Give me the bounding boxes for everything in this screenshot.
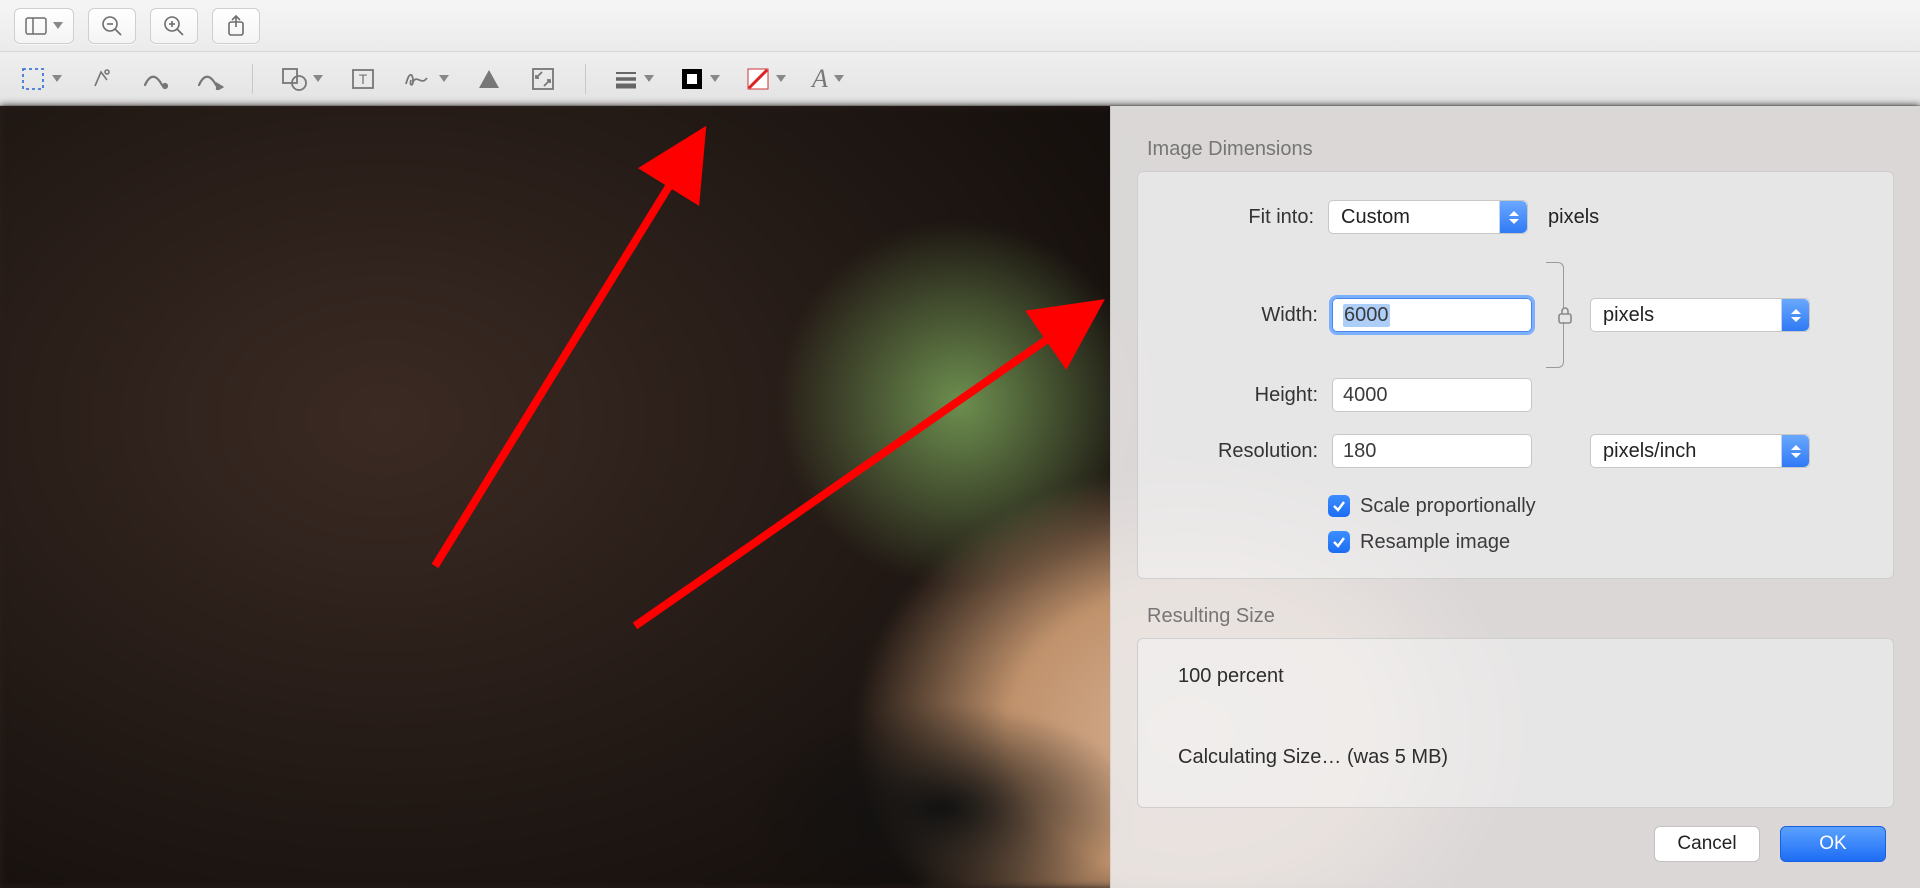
sketch-tool[interactable] bbox=[136, 59, 176, 99]
zoom-in-button[interactable] bbox=[150, 8, 198, 44]
resample-image-checkbox[interactable]: Resample image bbox=[1328, 524, 1873, 560]
chevron-down-icon bbox=[834, 75, 844, 82]
font-style-tool[interactable]: A bbox=[806, 59, 850, 99]
lock-icon bbox=[1556, 306, 1574, 324]
resulting-size-group: 100 percent Calculating Size… (was 5 MB) bbox=[1137, 638, 1894, 808]
resolution-input[interactable]: 180 bbox=[1332, 434, 1532, 468]
cancel-button[interactable]: Cancel bbox=[1654, 826, 1760, 862]
select-stepper-icon bbox=[1781, 299, 1809, 331]
checkbox-checked-icon bbox=[1328, 531, 1350, 553]
aspect-lock[interactable] bbox=[1546, 260, 1576, 370]
resolution-value: 180 bbox=[1343, 440, 1376, 463]
selection-tool[interactable] bbox=[14, 59, 68, 99]
resolution-unit-select[interactable]: pixels/inch bbox=[1590, 434, 1810, 468]
resolution-unit-value: pixels/inch bbox=[1603, 440, 1696, 463]
resize-dialog: Image Dimensions Fit into: Custom pixels… bbox=[1110, 106, 1920, 888]
dialog-buttons: Cancel OK bbox=[1654, 826, 1886, 862]
sidebar-toggle-button[interactable] bbox=[14, 8, 74, 44]
height-value: 4000 bbox=[1343, 384, 1388, 407]
fill-color-tool[interactable] bbox=[740, 59, 792, 99]
adjust-color-tool[interactable] bbox=[469, 59, 509, 99]
chevron-down-icon bbox=[776, 75, 786, 82]
draw-tool[interactable] bbox=[190, 59, 230, 99]
zoom-out-button[interactable] bbox=[88, 8, 136, 44]
resolution-label: Resolution: bbox=[1158, 440, 1318, 463]
scale-proportionally-checkbox[interactable]: Scale proportionally bbox=[1328, 488, 1873, 524]
scale-proportionally-label: Scale proportionally bbox=[1360, 495, 1536, 518]
select-stepper-icon bbox=[1499, 201, 1527, 233]
window-toolbar bbox=[0, 0, 1920, 52]
checkbox-checked-icon bbox=[1328, 495, 1350, 517]
image-dimensions-group: Fit into: Custom pixels Width: 6000 bbox=[1137, 171, 1894, 579]
height-input[interactable]: 4000 bbox=[1332, 378, 1532, 412]
width-input[interactable]: 6000 bbox=[1332, 298, 1532, 332]
toolbar-separator bbox=[585, 64, 586, 94]
resulting-percent: 100 percent bbox=[1158, 659, 1873, 688]
chevron-down-icon bbox=[710, 75, 720, 82]
select-stepper-icon bbox=[1781, 435, 1809, 467]
chevron-down-icon bbox=[439, 75, 449, 82]
markup-toolbar: T A bbox=[0, 52, 1920, 106]
size-unit-value: pixels bbox=[1603, 304, 1654, 327]
ok-button[interactable]: OK bbox=[1780, 826, 1886, 862]
height-label: Height: bbox=[1158, 384, 1318, 407]
width-label: Width: bbox=[1158, 304, 1318, 327]
chevron-down-icon bbox=[52, 75, 62, 82]
fit-into-value: Custom bbox=[1341, 206, 1410, 229]
line-weight-tool[interactable] bbox=[608, 59, 660, 99]
chevron-down-icon bbox=[644, 75, 654, 82]
fit-into-select[interactable]: Custom bbox=[1328, 200, 1528, 234]
resulting-size-heading: Resulting Size bbox=[1111, 601, 1920, 638]
canvas-area: Image Dimensions Fit into: Custom pixels… bbox=[0, 106, 1920, 888]
fit-into-unit: pixels bbox=[1548, 206, 1599, 229]
adjust-size-tool[interactable] bbox=[523, 59, 563, 99]
text-tool[interactable]: T bbox=[343, 59, 383, 99]
border-color-tool[interactable] bbox=[674, 59, 726, 99]
svg-text:T: T bbox=[359, 71, 368, 87]
width-value: 6000 bbox=[1343, 304, 1390, 327]
size-unit-select[interactable]: pixels bbox=[1590, 298, 1810, 332]
toolbar-separator bbox=[252, 64, 253, 94]
shapes-tool[interactable] bbox=[275, 59, 329, 99]
chevron-down-icon bbox=[53, 22, 63, 29]
share-button[interactable] bbox=[212, 8, 260, 44]
resample-image-label: Resample image bbox=[1360, 531, 1510, 554]
fit-into-label: Fit into: bbox=[1154, 206, 1314, 229]
image-dimensions-heading: Image Dimensions bbox=[1111, 134, 1920, 171]
sign-tool[interactable] bbox=[397, 59, 455, 99]
chevron-down-icon bbox=[313, 75, 323, 82]
instant-alpha-tool[interactable] bbox=[82, 59, 122, 99]
calculating-size-text: Calculating Size… (was 5 MB) bbox=[1158, 688, 1873, 769]
